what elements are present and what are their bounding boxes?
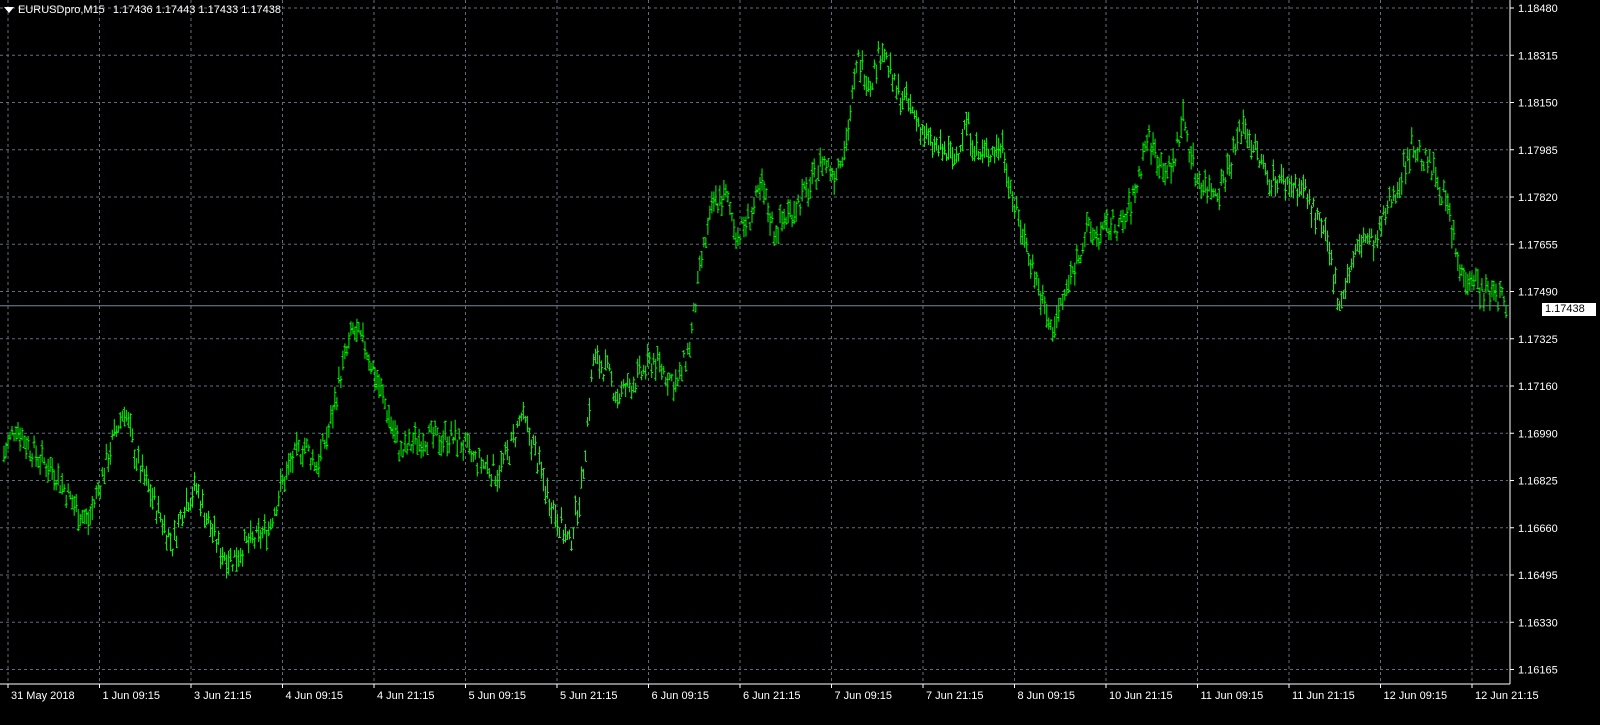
y-tick-label: 1.18150 — [1518, 98, 1558, 110]
x-tick-label: 12 Jun 21:15 — [1475, 690, 1539, 702]
x-tick-label: 7 Jun 21:15 — [926, 690, 984, 702]
x-tick-label: 10 Jun 21:15 — [1109, 690, 1173, 702]
x-tick-label: 4 Jun 21:15 — [377, 690, 435, 702]
ohlc-readout: 1.17436 1.17443 1.17433 1.17438 — [112, 4, 282, 16]
x-tick-label: 6 Jun 09:15 — [652, 690, 710, 702]
symbol-timeframe-label: EURUSDpro,M15 — [18, 4, 105, 16]
x-tick-label: 5 Jun 21:15 — [560, 690, 618, 702]
y-tick-label: 1.17160 — [1518, 381, 1558, 393]
x-tick-label: 3 Jun 21:15 — [194, 690, 252, 702]
x-tick-label: 11 Jun 21:15 — [1292, 690, 1355, 702]
y-tick-label: 1.16825 — [1518, 476, 1558, 488]
y-tick-label: 1.17820 — [1518, 192, 1558, 204]
chart-header: EURUSDpro,M15 1.17436 1.17443 1.17433 1.… — [4, 4, 281, 16]
y-tick-label: 1.18480 — [1518, 3, 1558, 15]
x-tick-label: 31 May 2018 — [11, 690, 75, 702]
x-tick-label: 1 Jun 09:15 — [103, 690, 161, 702]
y-tick-label: 1.17325 — [1518, 334, 1558, 346]
y-tick-label: 1.16495 — [1518, 570, 1558, 582]
y-tick-label: 1.17490 — [1518, 287, 1558, 299]
chart-background — [0, 0, 1600, 720]
y-tick-label: 1.16330 — [1518, 617, 1558, 629]
x-tick-label: 6 Jun 21:15 — [743, 690, 801, 702]
x-tick-label: 11 Jun 09:15 — [1201, 690, 1264, 702]
x-tick-label: 5 Jun 09:15 — [469, 690, 527, 702]
x-tick-label: 8 Jun 09:15 — [1018, 690, 1076, 702]
x-tick-label: 12 Jun 09:15 — [1384, 690, 1448, 702]
current-price-tag: 1.17438 — [1542, 303, 1596, 316]
x-tick-label: 4 Jun 09:15 — [286, 690, 344, 702]
y-tick-label: 1.17655 — [1518, 239, 1558, 251]
y-tick-label: 1.18315 — [1518, 50, 1558, 62]
y-tick-label: 1.16990 — [1518, 428, 1558, 440]
dropdown-triangle-icon[interactable] — [4, 7, 14, 13]
y-tick-label: 1.16660 — [1518, 523, 1558, 535]
y-tick-label: 1.16165 — [1518, 665, 1558, 677]
y-tick-label: 1.17985 — [1518, 145, 1558, 157]
x-tick-label: 7 Jun 09:15 — [835, 690, 893, 702]
price-chart[interactable]: 1.18480 1.18315 1.18150 1.17985 1.17820 1.176… — [0, 0, 1600, 720]
chart-area[interactable]: 1.18480 1.18315 1.18150 1.17985 1.17820 1.176… — [0, 0, 1600, 720]
